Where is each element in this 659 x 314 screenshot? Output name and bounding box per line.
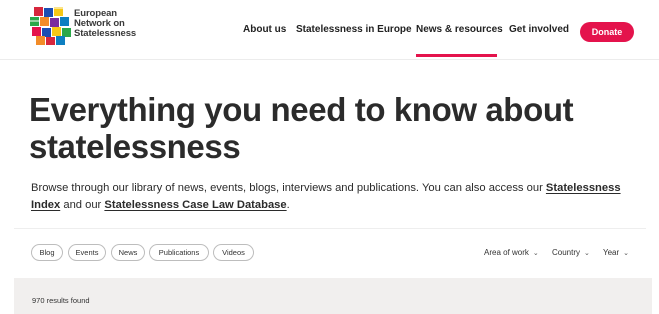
chip-videos[interactable]: Videos bbox=[213, 244, 254, 261]
brand-name[interactable]: European Network on Statelessness bbox=[74, 9, 136, 39]
logo-icon[interactable] bbox=[28, 7, 74, 45]
brand-line-3: Statelessness bbox=[74, 28, 137, 39]
divider bbox=[14, 228, 646, 229]
page-title: Everything you need to know about statel… bbox=[29, 91, 574, 165]
country-label: Country bbox=[552, 248, 581, 257]
site-header: European Network on Statelessness About … bbox=[0, 0, 659, 60]
nav-about-us[interactable]: About us bbox=[243, 24, 286, 35]
active-nav-indicator bbox=[416, 54, 497, 57]
nav-statelessness-in-europe[interactable]: Statelessness in Europe bbox=[296, 24, 412, 35]
intro-text-middle: and our bbox=[60, 199, 105, 211]
chevron-down-icon: ⌄ bbox=[584, 250, 590, 257]
case-law-database-link[interactable]: Statelessness Case Law Database bbox=[104, 199, 286, 211]
intro-text-after: . bbox=[286, 199, 290, 211]
intro-text: Browse through our library of news, even… bbox=[31, 180, 641, 214]
chip-publications[interactable]: Publications bbox=[149, 244, 209, 261]
nav-news-resources[interactable]: News & resources bbox=[416, 24, 503, 35]
area-of-work-label: Area of work bbox=[484, 248, 529, 257]
chip-events[interactable]: Events bbox=[68, 244, 106, 261]
page: European Network on Statelessness About … bbox=[0, 0, 659, 314]
nav-get-involved[interactable]: Get involved bbox=[509, 24, 569, 35]
chip-blog[interactable]: Blog bbox=[31, 244, 63, 261]
results-bar: 970 results found bbox=[14, 278, 652, 314]
chip-news[interactable]: News bbox=[111, 244, 145, 261]
results-count: 970 results found bbox=[32, 296, 90, 305]
chevron-down-icon: ⌄ bbox=[532, 250, 539, 257]
area-of-work-dropdown[interactable]: Area of work ⌄ bbox=[484, 248, 539, 257]
donate-button[interactable]: Donate bbox=[580, 22, 634, 42]
country-dropdown[interactable]: Country ⌄ bbox=[552, 248, 590, 257]
year-dropdown[interactable]: Year ⌄ bbox=[603, 248, 629, 257]
chevron-down-icon: ⌄ bbox=[623, 250, 630, 257]
intro-text-before: Browse through our library of news, even… bbox=[31, 182, 546, 194]
year-label: Year bbox=[603, 248, 620, 257]
